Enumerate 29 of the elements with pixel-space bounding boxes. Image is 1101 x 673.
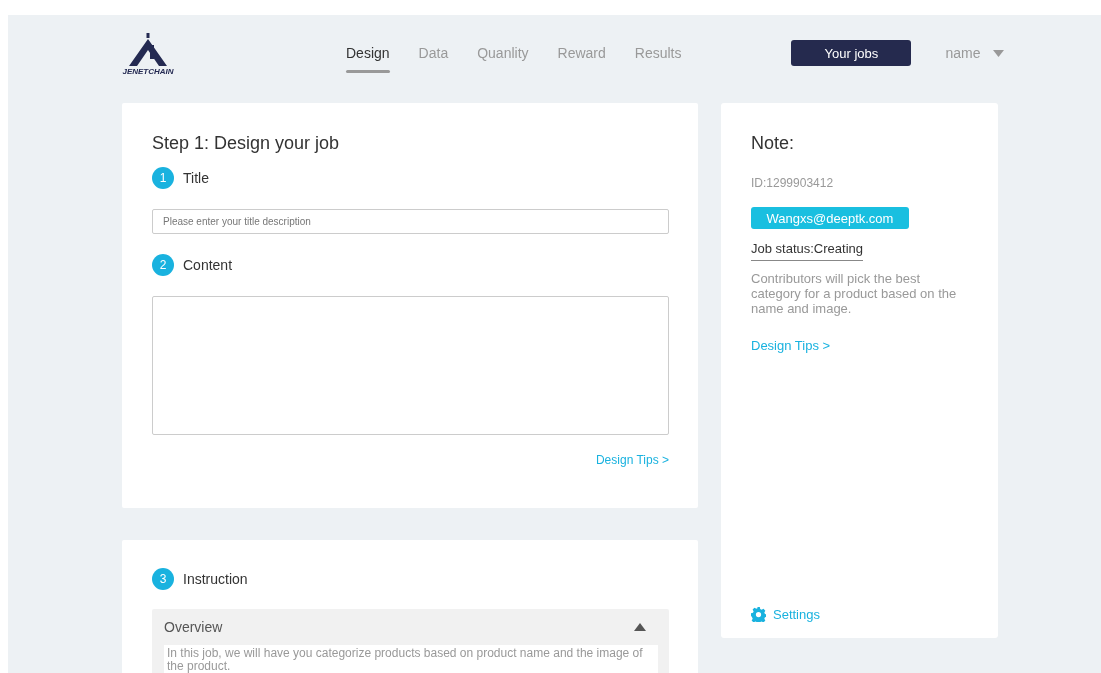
job-status: Job status:Creating — [751, 241, 863, 261]
logo-text: JENETCHAIN — [122, 66, 174, 76]
your-jobs-button[interactable]: Your jobs — [791, 40, 912, 66]
settings-button[interactable]: Settings — [751, 607, 820, 622]
step-label: Title — [183, 170, 209, 186]
step-label: Instruction — [183, 571, 248, 587]
title-field[interactable]: Please enter your title description — [152, 209, 669, 234]
overview-text: In this job, we will have you categorize products based on product name and the image of the product. — [164, 645, 658, 673]
card-heading: Step 1: Design your job — [152, 133, 341, 154]
user-menu[interactable]: name — [939, 44, 1010, 62]
overview-toggle[interactable]: Overview — [164, 609, 658, 645]
design-tips-link[interactable]: Design Tips > — [595, 453, 669, 467]
nav-tab[interactable]: Reward — [557, 37, 606, 69]
step-number: 1 — [152, 167, 174, 189]
note-description: Contributors will pick the best category for a product based on the name and image. — [751, 271, 958, 316]
job-id: ID:1299903412 — [751, 176, 835, 190]
nav-tab[interactable]: Quanlity — [477, 37, 529, 69]
step-label: Content — [183, 257, 233, 273]
design-tips-link[interactable]: Design Tips > — [751, 338, 831, 353]
email-tag[interactable]: Wangxs@deeptk.com — [751, 207, 909, 229]
step-number: 3 — [152, 568, 174, 590]
caret-icon — [992, 49, 1004, 57]
collapse-icon — [634, 623, 646, 631]
nav-tab[interactable]: Data — [418, 37, 449, 69]
settings-icon — [751, 607, 766, 622]
content-field[interactable] — [152, 296, 669, 435]
step-number: 2 — [152, 254, 174, 276]
note-heading: Note: — [751, 133, 796, 154]
nav-tab[interactable]: Results — [634, 37, 682, 69]
